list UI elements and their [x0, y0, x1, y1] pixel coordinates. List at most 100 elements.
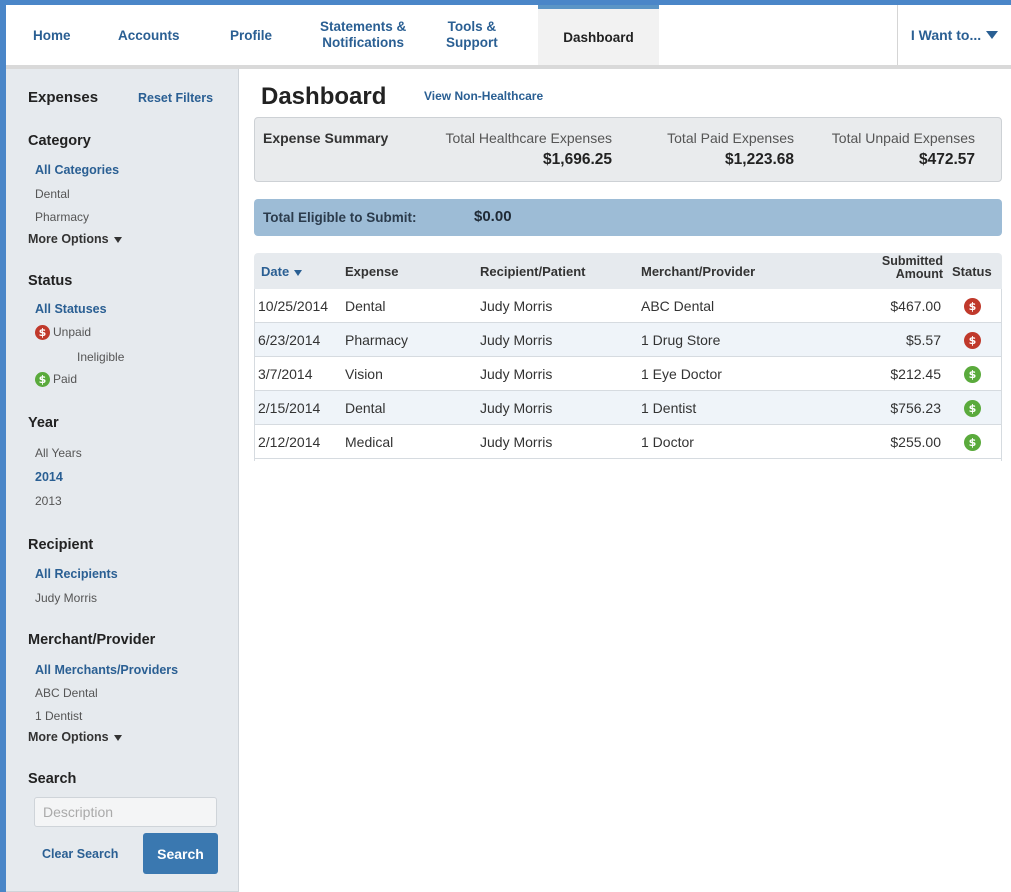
merchant-header[interactable]: Merchant/Provider: [641, 264, 755, 279]
eligible-label: Total Eligible to Submit:: [263, 210, 417, 225]
nav-tools-line2: Support: [446, 35, 498, 50]
recipient-all[interactable]: All Recipients: [35, 567, 118, 581]
cell-date: 6/23/2014: [258, 332, 321, 348]
status-paid[interactable]: $ Paid: [35, 372, 78, 388]
cell-merchant: 1 Dentist: [641, 400, 697, 416]
nav-statements[interactable]: Statements & Notifications: [320, 5, 406, 65]
date-sort-header[interactable]: Date: [261, 264, 303, 279]
search-heading: Search: [28, 771, 77, 787]
total-healthcare: Total Healthcare Expenses $1,696.25: [445, 130, 612, 169]
top-nav: Home Accounts Profile Statements & Notifi…: [6, 5, 1011, 69]
chevron-down-icon: [113, 734, 122, 741]
cell-date: 3/7/2014: [258, 366, 313, 382]
cell-expense: Dental: [345, 400, 386, 416]
recipient-header[interactable]: Recipient/Patient: [480, 264, 585, 279]
merchant-heading: Merchant/Provider: [28, 632, 156, 648]
nav-accounts[interactable]: Accounts: [118, 5, 180, 65]
dollar-red-icon: $: [964, 331, 981, 349]
cell-expense: Dental: [345, 298, 386, 314]
cell-expense: Medical: [345, 434, 394, 450]
cell-date: 10/25/2014: [258, 298, 329, 314]
merchant-1-dentist[interactable]: 1 Dentist: [35, 709, 82, 723]
status-all[interactable]: All Statuses: [35, 302, 107, 316]
nav-accounts-label: Accounts: [118, 27, 180, 43]
year-heading: Year: [28, 415, 59, 431]
cell-recipient: Judy Morris: [480, 434, 553, 450]
table-row[interactable]: 2/15/2014 Dental Judy Morris 1 Dentist $…: [254, 391, 1002, 425]
nav-tools-line1: Tools &: [447, 19, 497, 34]
status-unpaid[interactable]: $ Unpaid: [35, 325, 91, 341]
filter-sidebar: Expenses Reset Filters Category All Cate…: [6, 69, 239, 892]
cell-status: $: [964, 297, 984, 315]
status-heading: Status: [28, 273, 73, 289]
total-healthcare-label: Total Healthcare Expenses: [445, 130, 612, 146]
chevron-down-icon: [113, 236, 122, 243]
merchant-abc-dental[interactable]: ABC Dental: [35, 686, 98, 700]
clear-search-link[interactable]: Clear Search: [42, 847, 118, 861]
year-2014[interactable]: 2014: [35, 470, 63, 484]
cell-expense: Vision: [345, 366, 383, 382]
dollar-red-icon: $: [35, 325, 50, 341]
cell-recipient: Judy Morris: [480, 298, 553, 314]
merchant-more-options[interactable]: More Options: [28, 730, 122, 744]
year-all[interactable]: All Years: [35, 446, 82, 460]
i-want-to-menu[interactable]: I Want to...: [897, 5, 1011, 65]
cell-expense: Pharmacy: [345, 332, 409, 348]
amount-header[interactable]: Submitted Amount: [882, 255, 943, 281]
chevron-down-icon: [294, 269, 303, 276]
recipient-judy-morris[interactable]: Judy Morris: [35, 591, 97, 605]
search-button[interactable]: Search: [143, 833, 218, 874]
sidebar-title: Expenses: [28, 89, 99, 106]
nav-home[interactable]: Home: [33, 5, 71, 65]
table-row[interactable]: 10/25/2014 Dental Judy Morris ABC Dental…: [254, 289, 1002, 323]
cell-amount: $212.45: [890, 366, 941, 382]
category-pharmacy[interactable]: Pharmacy: [35, 210, 89, 224]
nav-home-label: Home: [33, 27, 71, 43]
i-want-to-label: I Want to...: [910, 27, 982, 43]
status-paid-label: Paid: [53, 372, 78, 386]
page-title: Dashboard: [261, 83, 387, 110]
total-paid: Total Paid Expenses $1,223.68: [667, 130, 794, 169]
eligible-value: $0.00: [474, 208, 512, 225]
total-healthcare-value: $1,696.25: [543, 151, 612, 168]
category-more-options[interactable]: More Options: [28, 232, 122, 246]
nav-profile[interactable]: Profile: [230, 5, 272, 65]
table-row[interactable]: 3/7/2014 Vision Judy Morris 1 Eye Doctor…: [254, 357, 1002, 391]
category-all[interactable]: All Categories: [35, 163, 119, 177]
expense-table: Date Expense Recipient/Patient Merchant/…: [254, 253, 1002, 459]
dollar-green-icon: $: [964, 365, 981, 383]
status-ineligible[interactable]: Ineligible: [77, 350, 124, 364]
cell-date: 2/12/2014: [258, 434, 321, 450]
cell-recipient: Judy Morris: [480, 400, 553, 416]
table-row[interactable]: 6/23/2014 Pharmacy Judy Morris 1 Drug St…: [254, 323, 1002, 357]
cell-status: $: [964, 331, 984, 349]
total-unpaid: Total Unpaid Expenses $472.57: [832, 130, 975, 169]
dollar-green-icon: $: [964, 433, 981, 451]
expense-header[interactable]: Expense: [345, 264, 398, 279]
nav-profile-label: Profile: [230, 27, 273, 43]
nav-dashboard[interactable]: Dashboard: [538, 5, 659, 65]
reset-filters-link[interactable]: Reset Filters: [138, 91, 213, 105]
table-header: Date Expense Recipient/Patient Merchant/…: [254, 253, 1002, 289]
total-unpaid-label: Total Unpaid Expenses: [831, 130, 975, 146]
category-dental[interactable]: Dental: [35, 187, 70, 201]
year-2013[interactable]: 2013: [35, 494, 62, 508]
date-header-label: Date: [261, 264, 290, 279]
table-row[interactable]: 2/12/2014 Medical Judy Morris 1 Doctor $…: [254, 425, 1002, 459]
total-paid-label: Total Paid Expenses: [667, 130, 794, 146]
nav-statements-line1: Statements &: [320, 19, 407, 34]
cell-recipient: Judy Morris: [480, 366, 553, 382]
expense-summary-panel: Expense Summary Total Healthcare Expense…: [254, 117, 1002, 182]
merchant-all[interactable]: All Merchants/Providers: [35, 663, 178, 677]
view-non-healthcare-link[interactable]: View Non-Healthcare: [424, 89, 543, 103]
cell-merchant: ABC Dental: [641, 298, 715, 314]
search-input[interactable]: [34, 797, 217, 827]
cell-amount: $467.00: [890, 298, 941, 314]
cell-amount: $5.57: [905, 332, 941, 348]
expense-summary-label: Expense Summary: [263, 130, 389, 146]
nav-tools[interactable]: Tools & Support: [446, 5, 498, 65]
cell-status: $: [964, 399, 984, 417]
chevron-down-icon: [986, 31, 999, 39]
dollar-green-icon: $: [35, 372, 50, 388]
status-header: Status: [952, 264, 992, 279]
